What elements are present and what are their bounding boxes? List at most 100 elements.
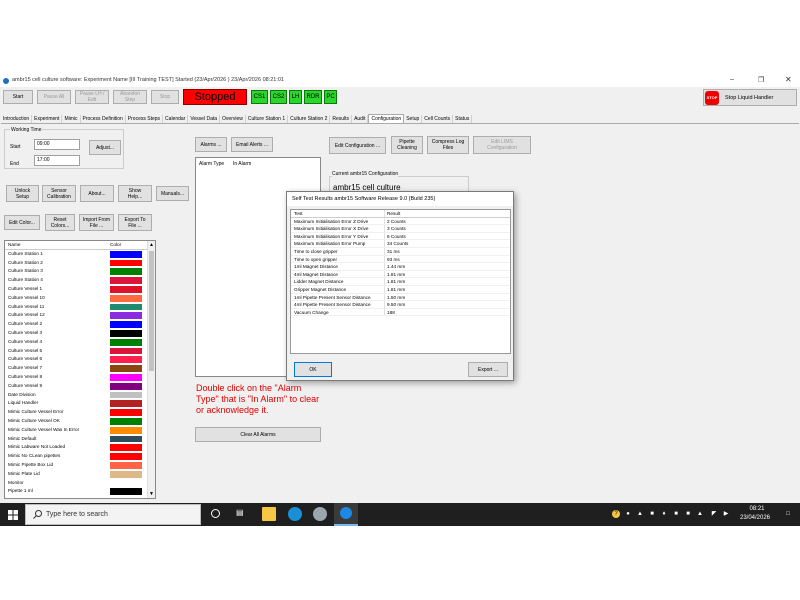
start-button[interactable]: Start bbox=[3, 90, 33, 104]
windows-start-icon[interactable] bbox=[8, 510, 18, 520]
self-test-row[interactable]: Lidder Magnet Distance 1.81 mm bbox=[291, 278, 510, 286]
stop-liquid-handler-button[interactable]: STOP Stop Liquid Handler bbox=[703, 89, 797, 106]
color-table-row[interactable]: Culture Station 4 bbox=[5, 276, 155, 285]
adjust-button[interactable]: Adjust... bbox=[89, 140, 121, 155]
export-button[interactable]: Export ... bbox=[468, 362, 508, 377]
about-button[interactable]: About... bbox=[80, 185, 114, 202]
help-tray-icon[interactable]: ? bbox=[612, 510, 620, 518]
pause-all-button[interactable]: Pause All bbox=[37, 90, 71, 104]
color-table-row[interactable]: Culture Vessel 2 bbox=[5, 320, 155, 329]
color-table-row[interactable]: Mimic Labware Not Loaded bbox=[5, 443, 155, 453]
color-table-row[interactable]: Culture Vessel 4 bbox=[5, 337, 155, 347]
wifi-icon[interactable]: ◤ bbox=[710, 510, 718, 518]
reset-colors-button[interactable]: Reset Colors... bbox=[45, 214, 75, 231]
color-table-row[interactable]: Culture Vessel 5 bbox=[5, 346, 155, 356]
rdr-status[interactable]: RDR bbox=[304, 90, 322, 104]
self-test-row[interactable]: Time to open gripper 93 ms bbox=[291, 255, 510, 264]
lh-status[interactable]: LH bbox=[289, 90, 302, 104]
color-table-row[interactable]: Culture Vessel 6 bbox=[5, 355, 155, 365]
self-test-row[interactable]: Time to close gripper 31 ms bbox=[291, 247, 510, 256]
self-test-row[interactable]: Maximum Initialisation Error Z Drive 2 Co… bbox=[291, 217, 510, 226]
ok-button[interactable]: OK bbox=[294, 362, 332, 377]
tray-icon-3[interactable]: ■ bbox=[648, 510, 656, 518]
color-table-row[interactable]: Culture Vessel 8 bbox=[5, 372, 155, 382]
cs1-status[interactable]: CS1 bbox=[251, 90, 268, 104]
edit-configuration-button[interactable]: Edit Configuration ... bbox=[329, 137, 386, 154]
tray-icon-4[interactable]: ♦ bbox=[660, 510, 668, 518]
alarms-button[interactable]: Alarms ... bbox=[195, 137, 227, 152]
color-table-row[interactable]: Mimic Culture Vessel Was In Error bbox=[5, 425, 155, 435]
export-to-file-button[interactable]: Export To File ... bbox=[118, 214, 152, 231]
cs2-status[interactable]: CS2 bbox=[270, 90, 287, 104]
stop-button[interactable]: Stop bbox=[151, 90, 179, 104]
tray-icon-1[interactable]: ● bbox=[624, 510, 632, 518]
color-table-row[interactable]: Culture Station 3 bbox=[5, 267, 155, 277]
self-test-row[interactable]: Vacuum Change 188 bbox=[291, 308, 510, 317]
color-table-row[interactable]: Date Division bbox=[5, 390, 155, 400]
color-table-row[interactable]: Mimic Plate Lid bbox=[5, 469, 155, 479]
tab-configuration[interactable]: Configuration bbox=[368, 114, 405, 123]
clock-time[interactable]: 08:21 bbox=[740, 506, 774, 512]
self-test-row[interactable]: Gripper Magnet Distance 1.81 mm bbox=[291, 285, 510, 294]
color-table-row[interactable]: Mimic Default bbox=[5, 434, 155, 444]
color-table[interactable]: Name Color Culture Station 1 Culture Stat… bbox=[4, 240, 156, 499]
taskbar-search-box[interactable]: Type here to search bbox=[25, 504, 201, 525]
color-table-row[interactable]: Culture Vessel 10 bbox=[5, 293, 155, 303]
scroll-up-icon[interactable]: ▲ bbox=[149, 242, 154, 248]
color-table-row[interactable]: Culture Vessel 1 bbox=[5, 284, 155, 294]
tray-icon-2[interactable]: ▲ bbox=[636, 510, 644, 518]
start-time-field[interactable]: 09:00 bbox=[34, 139, 80, 150]
color-table-row[interactable]: Pipette 1 ml bbox=[5, 487, 155, 497]
color-table-row[interactable]: Liquid Handler bbox=[5, 399, 155, 409]
color-table-row[interactable]: Mimic Culture Vessel Error bbox=[5, 408, 155, 417]
color-table-row[interactable]: Culture Vessel 12 bbox=[5, 311, 155, 321]
settings-app-icon[interactable] bbox=[313, 507, 327, 521]
self-test-row[interactable]: 1ml Pipette Present Sensor Distance 1.50 … bbox=[291, 293, 510, 302]
file-explorer-icon[interactable] bbox=[262, 507, 276, 521]
clear-all-alarms-button[interactable]: Clear All Alarms bbox=[195, 427, 321, 442]
show-help-button[interactable]: Show Help... bbox=[118, 185, 152, 202]
color-table-row[interactable]: Culture Vessel 7 bbox=[5, 364, 155, 373]
compress-log-files-button[interactable]: Compress Log Files bbox=[427, 136, 469, 154]
task-view-icon[interactable] bbox=[211, 509, 220, 518]
pc-status[interactable]: PC bbox=[324, 90, 337, 104]
self-test-table[interactable]: Test Result Maximum Initialisation Error… bbox=[290, 209, 511, 354]
self-test-row[interactable]: Maximum Initialisation Error Y Drive 6 Co… bbox=[291, 232, 510, 241]
color-table-row[interactable]: Mimic Culture Vessel OK bbox=[5, 416, 155, 426]
edge-browser-icon[interactable] bbox=[288, 507, 302, 521]
self-test-row[interactable]: Maximum Initialisation Error Pump 34 Coun… bbox=[291, 240, 510, 248]
minimize-icon[interactable]: – bbox=[730, 76, 734, 83]
tray-icon-7[interactable]: ▲ bbox=[696, 510, 704, 518]
self-test-row[interactable]: 1ml Magnet Distance 1.44 mm bbox=[291, 263, 510, 271]
edit-color-button[interactable]: Edit Color... bbox=[4, 215, 40, 230]
maximize-icon[interactable]: ❐ bbox=[758, 76, 764, 84]
clock-date[interactable]: 23/04/2026 bbox=[735, 515, 775, 521]
self-test-row[interactable]: Maximum Initialisation Error X Drive 3 Co… bbox=[291, 225, 510, 233]
color-table-row[interactable]: Culture Vessel 3 bbox=[5, 328, 155, 338]
tray-icon-6[interactable]: ■ bbox=[684, 510, 692, 518]
close-icon[interactable]: ✕ bbox=[785, 75, 792, 84]
pipette-cleaning-button[interactable]: Pipette Cleaning bbox=[391, 136, 423, 154]
color-table-row[interactable]: Culture Vessel 11 bbox=[5, 302, 155, 312]
self-test-row[interactable]: 4ml Magnet Distance 1.81 mm bbox=[291, 270, 510, 279]
notification-icon[interactable]: □ bbox=[784, 510, 792, 518]
sensor-calibration-button[interactable]: Sensor Calibration bbox=[42, 185, 76, 202]
color-table-row[interactable]: Culture Station 2 bbox=[5, 258, 155, 268]
email-alerts-button[interactable]: Email Alerts ... bbox=[231, 137, 273, 152]
unlock-setup-button[interactable]: Unlock Setup bbox=[6, 185, 39, 202]
import-from-file-button[interactable]: Import From File ... bbox=[79, 214, 114, 231]
tray-icon-5[interactable]: ■ bbox=[672, 510, 680, 518]
ambr-app-icon[interactable] bbox=[334, 503, 358, 526]
color-table-row[interactable]: Mimic Pipette Box Lid bbox=[5, 460, 155, 470]
self-test-row[interactable]: 4ml Pipette Present Sensor Distance 9.50 … bbox=[291, 301, 510, 309]
color-table-row[interactable]: Mimic No CLean pipettes bbox=[5, 452, 155, 461]
scrollbar-thumb[interactable] bbox=[149, 251, 154, 371]
edit-lims-configuration-button[interactable]: Edit LIMS Configuration bbox=[473, 136, 531, 154]
volume-icon[interactable]: ▶ bbox=[722, 510, 730, 518]
manuals-button[interactable]: Manuals... bbox=[156, 186, 189, 201]
color-table-row[interactable]: Monitor bbox=[5, 478, 155, 488]
abandon-step-button[interactable]: Abandon Step bbox=[113, 90, 147, 104]
end-time-field[interactable]: 17:00 bbox=[34, 155, 80, 166]
widgets-icon[interactable]: ▤ bbox=[236, 508, 244, 517]
color-table-row[interactable]: Culture Vessel 9 bbox=[5, 381, 155, 391]
